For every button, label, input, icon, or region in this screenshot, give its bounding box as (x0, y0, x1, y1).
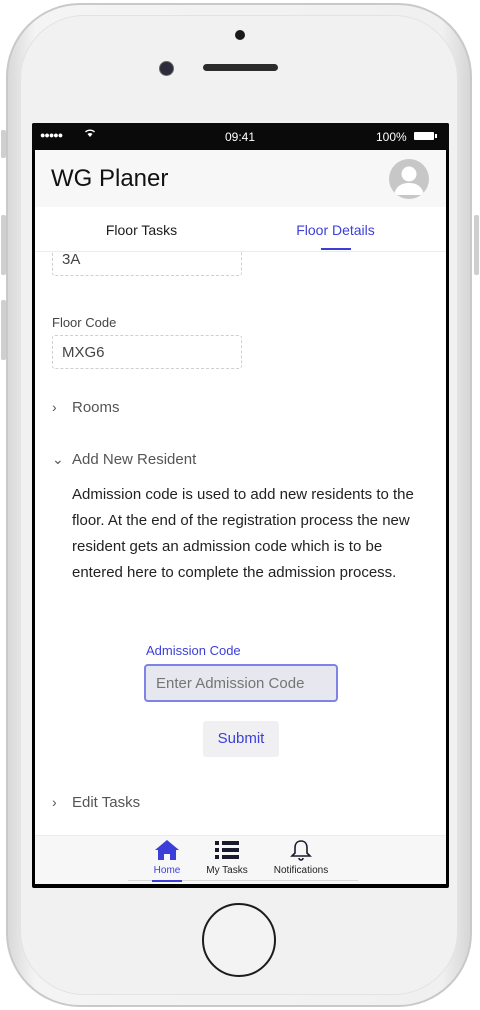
list-icon (215, 841, 239, 859)
status-time: 09:41 (225, 130, 256, 144)
earpiece-speaker (203, 64, 278, 71)
admission-code-label: Admission Code (146, 643, 241, 658)
nav-notifications[interactable]: Notifications (268, 839, 334, 876)
page-title: WG Planer (51, 165, 169, 192)
add-resident-label: Add New Resident (72, 451, 197, 468)
mute-switch (1, 130, 6, 158)
bottom-navigation: Home My Tasks Notifications (35, 835, 446, 884)
submit-button[interactable]: Submit (203, 721, 279, 757)
admission-description: Admission code is used to add new reside… (72, 486, 414, 581)
app-header: WG Planer (35, 150, 446, 208)
floor-code-field[interactable]: MXG6 (52, 335, 242, 369)
chevron-right-icon: › (52, 399, 57, 415)
active-tab-indicator (321, 248, 351, 250)
bell-icon (290, 840, 312, 861)
nav-active-indicator (152, 880, 182, 882)
nav-home-label: Home (153, 865, 181, 876)
rooms-section-toggle[interactable]: › Rooms (52, 399, 120, 416)
proximity-sensor (235, 30, 245, 40)
tab-floor-tasks[interactable]: Floor Tasks (39, 207, 244, 251)
nav-my-tasks-label: My Tasks (206, 865, 248, 876)
nav-my-tasks[interactable]: My Tasks (201, 839, 253, 876)
user-icon (394, 166, 424, 195)
battery-icon (414, 132, 437, 140)
tab-bar: Floor Tasks Floor Details (35, 207, 446, 252)
wifi-icon (84, 128, 96, 141)
screen: ●●●●● 09:41 100% WG Planer Floor Tasks F… (32, 123, 449, 888)
floor-number-field[interactable]: 3A (52, 252, 242, 276)
app-window: WG Planer Floor Tasks Floor Details 3A F… (35, 150, 446, 884)
chevron-right-icon: › (52, 794, 57, 810)
home-button[interactable] (202, 903, 276, 977)
edit-tasks-section-toggle[interactable]: › Edit Tasks (52, 794, 140, 811)
floor-details-content: 3A Floor Code MXG6 › Rooms ⌄ Add New Resid… (35, 252, 446, 835)
power-button (474, 215, 479, 275)
volume-down-button (1, 300, 6, 360)
home-icon (155, 840, 179, 860)
tab-floor-details[interactable]: Floor Details (233, 207, 438, 251)
signal-icon: ●●●●● (40, 130, 63, 140)
add-resident-section-toggle[interactable]: ⌄ Add New Resident (52, 451, 196, 468)
floor-code-label: Floor Code (52, 315, 117, 330)
avatar[interactable] (389, 159, 429, 199)
battery-percent: 100% (376, 130, 407, 144)
volume-up-button (1, 215, 6, 275)
admission-code-input[interactable] (144, 664, 338, 702)
nav-notifications-label: Notifications (273, 865, 329, 876)
front-camera (159, 61, 174, 76)
status-bar: ●●●●● 09:41 100% (32, 123, 449, 150)
chevron-down-icon: ⌄ (52, 451, 64, 467)
nav-home[interactable]: Home (148, 839, 186, 876)
rooms-label: Rooms (72, 399, 120, 416)
edit-tasks-label: Edit Tasks (72, 794, 141, 811)
